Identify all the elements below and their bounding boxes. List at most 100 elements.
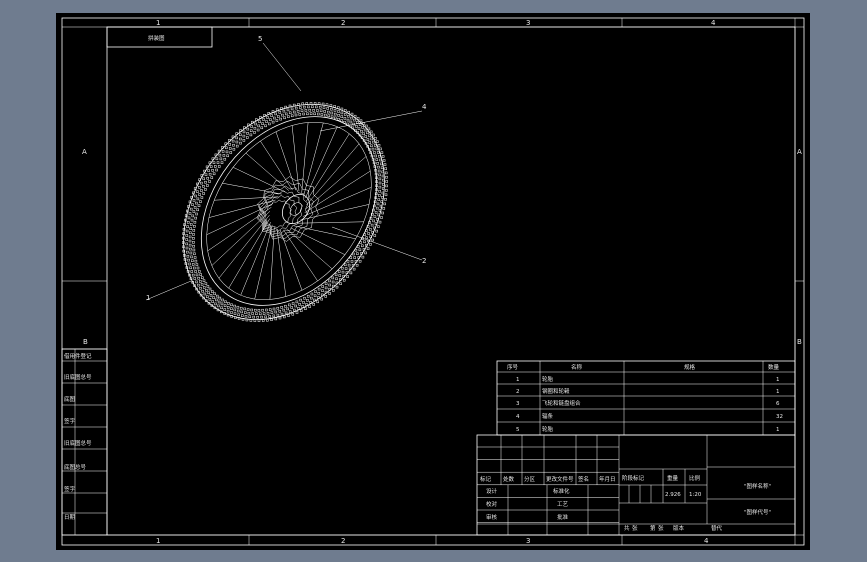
- tread-block: [228, 147, 232, 150]
- tread-block: [195, 273, 199, 277]
- tread-block: [369, 130, 373, 134]
- tread-block: [371, 238, 374, 242]
- drawing-name[interactable]: "图样名称": [744, 482, 771, 490]
- left-filing-strip: 借用件登记旧底图总号底图签字旧底图总号底图总号签字日期: [61, 348, 108, 536]
- tread-block: [225, 150, 229, 154]
- spoke: [228, 218, 270, 289]
- tread-block: [232, 147, 236, 151]
- tread-block: [196, 197, 200, 201]
- zone-row-right-a: A: [797, 148, 802, 156]
- left-strip-label: 旧底图总号: [64, 439, 92, 447]
- tread-block: [262, 118, 265, 121]
- cad-viewport[interactable]: 1 2 3 4 1 2 3 4 A B A B 拼装图 5 4 2 1 借用件登…: [56, 13, 810, 550]
- tread-block: [310, 292, 314, 296]
- tread-block: [376, 151, 380, 154]
- tread-block: [337, 270, 341, 273]
- label-standardize: 标准化: [553, 487, 570, 495]
- bicycle-wheel-drawing[interactable]: [142, 65, 426, 359]
- tread-block: [320, 113, 324, 116]
- callout-5: 5: [258, 35, 302, 92]
- rev-header: 标记: [480, 475, 492, 483]
- weight-value[interactable]: 2.926: [665, 492, 681, 498]
- tread-block: [274, 310, 278, 314]
- tread-block: [306, 112, 309, 116]
- tread-block: [247, 311, 251, 315]
- tread-block: [368, 141, 371, 144]
- tread-block: [189, 251, 193, 255]
- tread-block: [200, 196, 204, 199]
- tread-block: [293, 308, 296, 312]
- tread-block: [188, 239, 192, 243]
- tread-block: [203, 292, 207, 296]
- tread-block: [317, 112, 320, 116]
- tread-block: [284, 304, 287, 308]
- tread-block: [303, 105, 306, 109]
- left-strip-rows: 借用件登记旧底图总号底图签字旧底图总号底图总号签字日期: [62, 348, 107, 535]
- spoke: [305, 126, 338, 199]
- tread-block: [266, 318, 269, 322]
- tread-block: [265, 120, 268, 123]
- tread-block: [370, 144, 373, 148]
- part-qty: 6: [776, 401, 780, 407]
- tread-block: [333, 112, 337, 116]
- tread-block: [310, 296, 313, 300]
- tread-block: [269, 118, 272, 121]
- tread-block: [200, 189, 203, 192]
- title-block[interactable]: 标记 处数 分区 更改文件号 签名 年月日 设计 校对 审核 标准化 工艺 批准 阶段标记…: [476, 434, 796, 536]
- tread-block: [196, 208, 199, 212]
- tread-block: [272, 314, 276, 318]
- tread-block: [371, 147, 375, 151]
- tread-block: [248, 315, 252, 319]
- scale-value[interactable]: 1:20: [689, 492, 702, 498]
- tread-block: [192, 229, 196, 232]
- tread-block: [185, 238, 188, 241]
- tread-block: [212, 172, 216, 176]
- parts-list[interactable]: 序号 名称 规格 数量 1 轮胎 1 2 钢圈和轮毂 1 3 飞轮和链盘组合 6 4 辐条 32 5 轮胎…: [496, 360, 796, 436]
- part-no: 4: [516, 414, 520, 420]
- tread-block: [232, 143, 235, 147]
- tread-block: [284, 112, 288, 116]
- tread-block: [355, 125, 358, 128]
- part-no: 2: [516, 389, 520, 395]
- tread-block: [192, 244, 195, 248]
- tread-block: [193, 225, 196, 228]
- tread-block: [278, 316, 282, 320]
- tread-block: [353, 118, 356, 122]
- tread-block: [352, 267, 356, 271]
- tread-block: [266, 312, 270, 315]
- tread-block: [298, 113, 302, 116]
- tread-block: [226, 154, 229, 158]
- tread-block: [244, 315, 248, 318]
- tread-block: [260, 126, 264, 130]
- tread-block: [191, 259, 194, 262]
- tread-block: [189, 207, 193, 211]
- tread-block: [331, 276, 335, 280]
- part-qty: 1: [776, 377, 780, 383]
- tread-block: [328, 292, 331, 295]
- tread-block: [326, 107, 329, 110]
- tread-block: [299, 298, 302, 302]
- tread-block: [374, 211, 378, 214]
- tread-block: [215, 157, 219, 161]
- tread-block: [334, 116, 337, 120]
- tread-block: [290, 306, 293, 309]
- tread-block: [194, 270, 197, 273]
- tread-block: [377, 169, 381, 173]
- tread-block: [384, 171, 388, 175]
- tread-block: [337, 114, 340, 117]
- tread-block: [298, 303, 301, 306]
- tread-block: [255, 312, 258, 315]
- drawing-code[interactable]: "图样代号": [744, 508, 771, 516]
- tread-block: [384, 198, 387, 201]
- tread-block: [211, 169, 214, 172]
- tread-block: [378, 220, 382, 224]
- sheet-index-unit: 张: [658, 524, 664, 532]
- tread-block: [198, 270, 201, 273]
- tread-block: [224, 300, 227, 304]
- tread-block: [302, 112, 305, 116]
- tread-block: [268, 315, 271, 318]
- tread-block: [328, 283, 331, 287]
- tread-block: [324, 282, 328, 285]
- tread-block: [258, 312, 262, 316]
- tread-block: [353, 256, 356, 259]
